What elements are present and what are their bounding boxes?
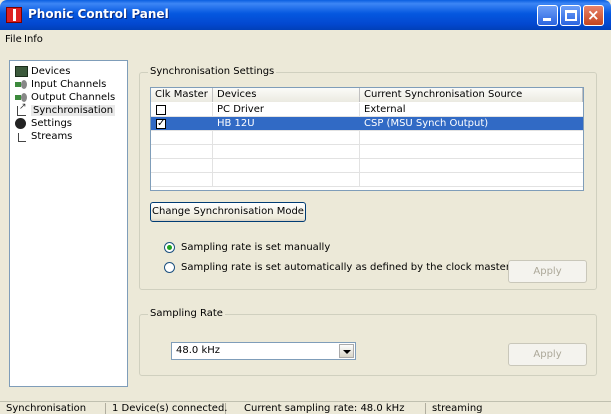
status-streaming: streaming [432, 403, 483, 414]
status-devices: 1 Device(s) connected. [106, 403, 227, 414]
sampling-rate-select[interactable]: 48.0 kHz [171, 342, 356, 360]
empty-cell [213, 145, 360, 159]
menu-bar: File Info [0, 30, 611, 50]
tree-item-devices[interactable]: Devices [15, 65, 70, 78]
tree-item-streams[interactable]: Streams [15, 130, 72, 143]
radio-auto-option[interactable]: Sampling rate is set automatically as de… [164, 262, 510, 273]
column-source[interactable]: Current Synchronisation Source [360, 88, 583, 102]
devices-icon [15, 66, 28, 77]
settings-icon [15, 118, 26, 129]
tree-item-input-channels[interactable]: Input Channels [15, 78, 106, 91]
synchronisation-icon [15, 102, 28, 116]
table-header: Clk Master Devices Current Synchronisati… [151, 88, 583, 102]
input-channels-icon [15, 79, 28, 90]
status-section: Synchronisation [0, 403, 106, 414]
radio-auto-label: Sampling rate is set automatically as de… [181, 262, 510, 273]
device-cell: PC Driver [213, 103, 360, 117]
title-bar[interactable]: Phonic Control Panel × [0, 0, 611, 30]
empty-cell [151, 131, 213, 145]
devices-table[interactable]: Clk Master Devices Current Synchronisati… [150, 87, 584, 191]
clk-master-cell [151, 103, 213, 117]
device-cell: HB 12U [217, 118, 255, 129]
table-row-empty [151, 159, 583, 173]
streams-icon [15, 131, 28, 142]
empty-cell [151, 159, 213, 173]
phonic-logo-icon [6, 7, 22, 23]
menu-file[interactable]: File [5, 34, 22, 45]
tree-item-synchronisation[interactable]: Synchronisation [15, 102, 116, 117]
empty-cell [213, 159, 360, 173]
empty-cell [213, 131, 360, 145]
group-title: Sampling Rate [148, 308, 225, 319]
source-cell: External [364, 104, 406, 115]
apply-rate-button[interactable]: Apply [508, 343, 587, 366]
tree-item-settings[interactable]: Settings [15, 117, 72, 130]
close-icon: × [587, 6, 600, 24]
radio-manual[interactable] [164, 242, 175, 253]
source-cell: CSP (MSU Synch Output) [364, 118, 489, 129]
clk-master-cell [151, 117, 213, 131]
sampling-rate-value: 48.0 kHz [176, 345, 221, 356]
radio-manual-option[interactable]: Sampling rate is set manually [164, 242, 330, 253]
sampling-rate-group: Sampling Rate 48.0 kHz Apply [139, 308, 597, 376]
radio-auto[interactable] [164, 262, 175, 273]
table-row[interactable]: HB 12U CSP (MSU Synch Output) [151, 117, 583, 131]
clk-master-checkbox[interactable] [156, 105, 166, 115]
tree-item-label: Settings [31, 118, 73, 129]
apply-mode-button[interactable]: Apply [508, 260, 587, 283]
radio-manual-label: Sampling rate is set manually [181, 242, 331, 253]
table-row-empty [151, 145, 583, 159]
maximize-icon [565, 10, 577, 21]
empty-cell [151, 145, 213, 159]
table-row[interactable]: PC Driver External [151, 103, 583, 117]
maximize-button[interactable] [560, 5, 581, 26]
column-devices[interactable]: Devices [213, 88, 360, 102]
tree-item-label: Devices [31, 66, 71, 77]
status-bar: Synchronisation 1 Device(s) connected. C… [0, 401, 611, 414]
change-sync-mode-button[interactable]: Change Synchronisation Mode [150, 202, 306, 222]
tree-item-label: Synchronisation [31, 105, 116, 116]
column-clk-master[interactable]: Clk Master [151, 88, 213, 102]
tree-item-label: Input Channels [31, 79, 107, 90]
tree-item-output-channels[interactable]: Output Channels [15, 91, 115, 104]
empty-cell [213, 173, 360, 187]
tree-item-label: Streams [31, 131, 73, 142]
table-row-empty [151, 173, 583, 187]
minimize-icon [543, 18, 551, 21]
minimize-button[interactable] [537, 5, 558, 26]
empty-cell [151, 173, 213, 187]
status-sampling-rate: Current sampling rate: 48.0 kHz [238, 403, 426, 414]
window-title: Phonic Control Panel [28, 7, 169, 21]
synchronisation-settings-group: Synchronisation Settings Clk Master Devi… [139, 66, 597, 290]
tree-item-label: Output Channels [31, 92, 116, 103]
navigation-tree: Devices Input Channels Output Channels S… [9, 60, 128, 387]
close-button[interactable]: × [583, 5, 604, 26]
chevron-down-icon[interactable] [339, 344, 354, 358]
clk-master-checkbox[interactable] [156, 117, 166, 130]
menu-info[interactable]: Info [24, 34, 43, 45]
group-title: Synchronisation Settings [148, 66, 277, 77]
table-row-empty [151, 131, 583, 145]
